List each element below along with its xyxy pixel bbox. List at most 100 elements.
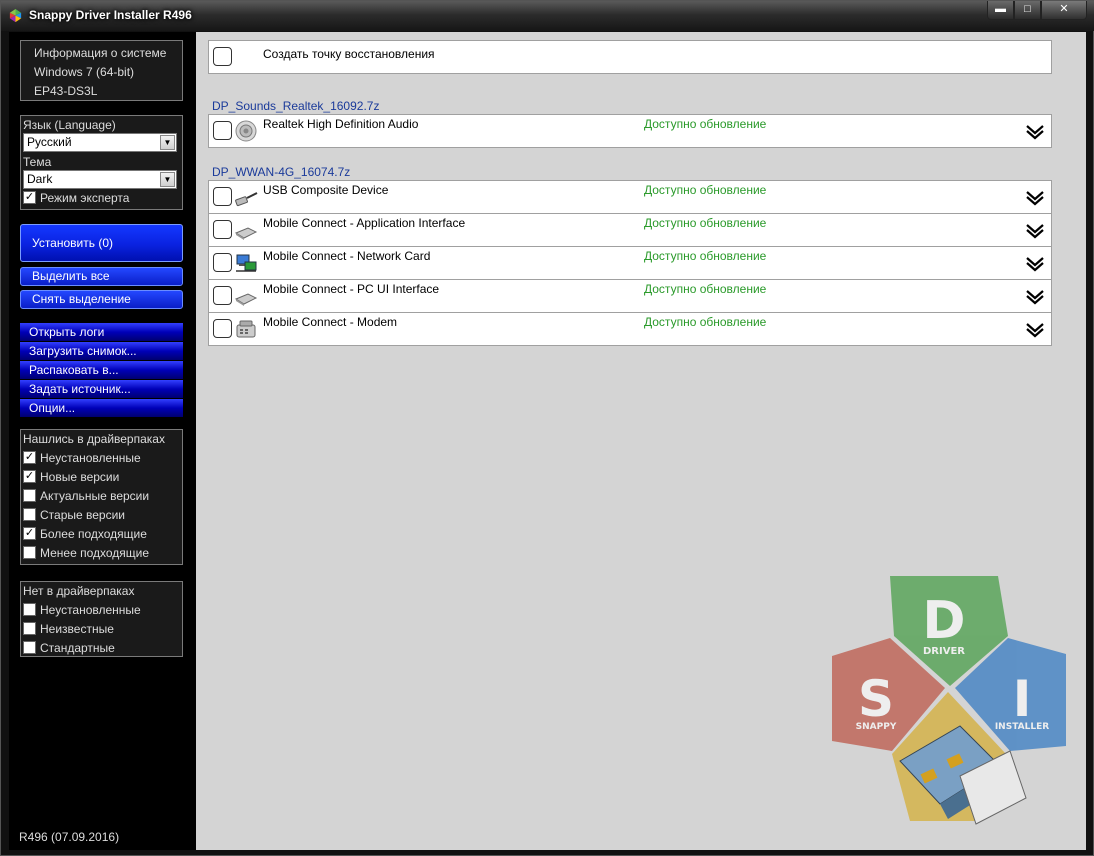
filter-checkbox[interactable]: ✓ (23, 527, 36, 541)
logo-word-driver: DRIVER (923, 646, 965, 657)
device-name: USB Composite Device (263, 183, 389, 197)
filter-row[interactable]: Менее подходящие (23, 544, 182, 563)
filter-row[interactable]: Неизвестные (23, 620, 182, 639)
filter-checkbox[interactable] (23, 641, 36, 655)
driver-list-panel: Создать точку восстановления DP_Sounds_R… (196, 32, 1086, 850)
filter-checkbox[interactable] (23, 622, 36, 636)
sidebar: Информация о системе Windows 7 (64-bit) … (9, 32, 196, 850)
install-button[interactable]: Установить (0) (20, 224, 183, 262)
device-status: Доступно обновление (644, 249, 767, 263)
chevron-down-icon[interactable]: ▼ (160, 172, 175, 187)
deselect-button[interactable]: Снять выделение (20, 290, 183, 309)
extract-to-button[interactable]: Распаковать в... (20, 361, 183, 379)
filter-row[interactable]: Неустановленные (23, 601, 182, 620)
filter-row[interactable]: ✓ Новые версии (23, 468, 182, 487)
options-button[interactable]: Опции... (20, 399, 183, 417)
driver-row[interactable]: Mobile Connect - Network Card Доступно о… (208, 246, 1052, 280)
theme-select[interactable]: Dark ▼ (23, 170, 177, 189)
driver-checkbox[interactable] (213, 220, 232, 239)
device-name: Mobile Connect - Modem (263, 315, 398, 329)
filter-row[interactable]: Стандартные (23, 639, 182, 658)
sdi-logo: D DRIVER S SNAPPY I INSTALLER (832, 576, 1066, 825)
filter-row[interactable]: ✓ Неустановленные (23, 449, 182, 468)
chevron-down-icon[interactable]: ▼ (160, 135, 175, 150)
device-status: Доступно обновление (644, 117, 767, 131)
restore-point-checkbox[interactable] (213, 47, 232, 66)
maximize-button[interactable]: □ (1014, 1, 1041, 20)
filter-checkbox[interactable] (23, 603, 36, 617)
filter-checkbox[interactable]: ✓ (23, 451, 36, 465)
driver-row[interactable]: Mobile Connect - PC UI Interface Доступн… (208, 279, 1052, 313)
minimize-button[interactable]: ▬ (987, 1, 1014, 20)
device-name: Mobile Connect - Network Card (263, 249, 431, 263)
driverpack-name: DP_WWAN-4G_16074.7z (212, 165, 351, 179)
restore-point-label: Создать точку восстановления (263, 47, 435, 61)
load-snapshot-button[interactable]: Загрузить снимок... (20, 342, 183, 360)
theme-select-value: Dark (27, 172, 53, 186)
expert-mode-row[interactable]: ✓ Режим эксперта (23, 191, 182, 207)
device-name: Realtek High Definition Audio (263, 117, 419, 131)
driver-checkbox[interactable] (213, 253, 232, 272)
logo-letter-s: S (858, 670, 894, 728)
device-name: Mobile Connect - PC UI Interface (263, 282, 440, 296)
chevron-double-down-icon[interactable] (1025, 289, 1045, 305)
motherboard-label: EP43-DS3L (34, 84, 98, 98)
device-status: Доступно обновление (644, 282, 767, 296)
driverpack-name: DP_Sounds_Realtek_16092.7z (212, 99, 380, 113)
driver-checkbox[interactable] (213, 187, 232, 206)
found-filters-panel: Нашлись в драйверпаках ✓ Неустановленные … (20, 429, 183, 565)
logo-letter-i: I (1013, 670, 1032, 728)
open-logs-button[interactable]: Открыть логи (20, 323, 183, 341)
filter-checkbox[interactable] (23, 489, 36, 503)
language-theme-panel: Язык (Language) Русский ▼ Тема Dark ▼ ✓ Р… (20, 115, 183, 210)
driver-row[interactable]: USB Composite Device Доступно обновление (208, 180, 1052, 214)
logo-word-installer: INSTALLER (995, 722, 1049, 732)
system-info-panel[interactable]: Информация о системе Windows 7 (64-bit) … (20, 40, 183, 101)
window-title: Snappy Driver Installer R496 (29, 8, 192, 22)
network-icon (236, 254, 257, 272)
select-all-button[interactable]: Выделить все (20, 267, 183, 286)
device-status: Доступно обновление (644, 183, 767, 197)
app-icon (9, 8, 22, 23)
system-info-label: Информация о системе (34, 46, 167, 60)
filter-checkbox[interactable]: ✓ (23, 470, 36, 484)
driver-row[interactable]: Mobile Connect - Modem Доступно обновлен… (208, 312, 1052, 346)
chevron-double-down-icon[interactable] (1025, 190, 1045, 206)
driver-checkbox[interactable] (213, 121, 232, 140)
filter-checkbox[interactable] (23, 546, 36, 560)
chevron-double-down-icon[interactable] (1025, 223, 1045, 239)
language-select[interactable]: Русский ▼ (23, 133, 177, 152)
app-window: Snappy Driver Installer R496 ▬ □ ✕ Инфор… (0, 0, 1094, 856)
filter-row[interactable]: Актуальные версии (23, 487, 182, 506)
device-name: Mobile Connect - Application Interface (263, 216, 466, 230)
theme-label: Тема (23, 155, 52, 169)
filter-checkbox[interactable] (23, 508, 36, 522)
filter-label: Новые версии (40, 470, 120, 484)
device-status: Доступно обновление (644, 216, 767, 230)
chevron-double-down-icon[interactable] (1025, 322, 1045, 338)
filter-label: Старые версии (40, 508, 126, 522)
driver-row[interactable]: Mobile Connect - Application Interface Д… (208, 213, 1052, 247)
set-source-button[interactable]: Задать источник... (20, 380, 183, 398)
version-label: R496 (07.09.2016) (19, 830, 120, 844)
notfound-filters-header: Нет в драйверпаках (23, 584, 135, 598)
restore-point-row[interactable]: Создать точку восстановления (208, 40, 1052, 74)
chevron-double-down-icon[interactable] (1025, 256, 1045, 272)
usb-plug-icon (235, 192, 258, 207)
title-bar[interactable]: Snappy Driver Installer R496 ▬ □ ✕ (1, 1, 1094, 31)
driver-checkbox[interactable] (213, 319, 232, 338)
os-label: Windows 7 (64-bit) (34, 65, 135, 79)
speaker-icon (235, 120, 257, 142)
filter-label: Менее подходящие (40, 546, 150, 560)
driver-checkbox[interactable] (213, 286, 232, 305)
language-select-value: Русский (27, 135, 72, 149)
phone-modem-icon (236, 320, 256, 338)
logo-letter-d: D (922, 591, 965, 651)
expert-mode-checkbox[interactable]: ✓ (23, 191, 36, 205)
close-button[interactable]: ✕ (1041, 1, 1087, 20)
driver-row[interactable]: Realtek High Definition Audio Доступно о… (208, 114, 1052, 148)
filter-row[interactable]: Старые версии (23, 506, 182, 525)
filter-label: Актуальные версии (40, 489, 150, 503)
chevron-double-down-icon[interactable] (1025, 124, 1045, 140)
filter-row[interactable]: ✓ Более подходящие (23, 525, 182, 544)
